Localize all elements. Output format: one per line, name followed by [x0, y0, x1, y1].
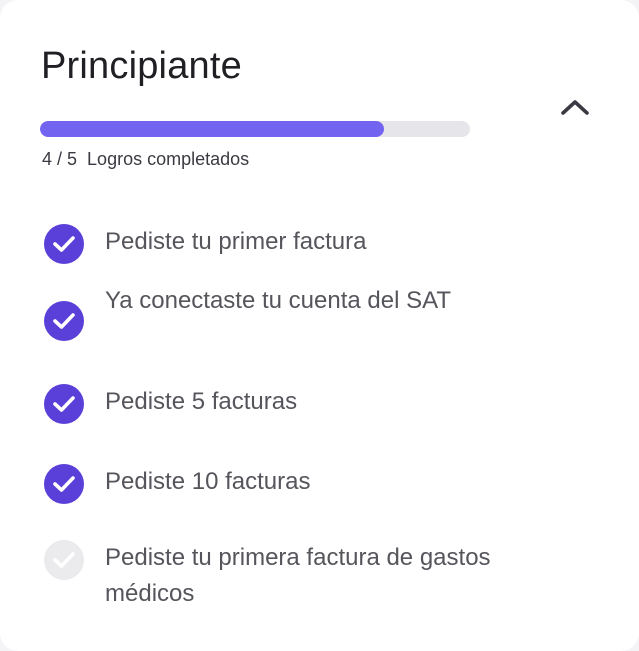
- achievement-item: Pediste 10 facturas: [44, 464, 575, 504]
- achievement-label: Pediste tu primera factura de gastos méd…: [105, 544, 491, 607]
- check-circle-icon: [44, 540, 84, 580]
- card-title: Principiante: [41, 45, 242, 87]
- achievement-label: Pediste 5 facturas: [105, 388, 298, 415]
- collapse-button[interactable]: [556, 90, 594, 124]
- achievements-card: Principiante 4 / 5 Logros completados Pe…: [0, 0, 639, 651]
- progress-label: 4 / 5 Logros completados: [42, 148, 249, 170]
- check-circle-icon: [44, 224, 84, 264]
- achievement-label: Pediste tu primer factura: [105, 228, 367, 255]
- achievement-item: Pediste 5 facturas: [44, 384, 575, 424]
- progress-caption: Logros completados: [87, 149, 250, 169]
- progress-fill: [40, 121, 384, 137]
- progress-bar: [40, 121, 470, 137]
- check-circle-icon: [44, 301, 84, 341]
- progress-count: 4 / 5: [42, 149, 78, 169]
- achievement-label: Pediste 10 facturas: [105, 468, 311, 495]
- achievement-item: Ya conectaste tu cuenta del SAT: [44, 287, 575, 341]
- chevron-up-icon: [561, 100, 589, 115]
- achievement-item: Pediste tu primera factura de gastos méd…: [44, 540, 575, 612]
- check-circle-icon: [44, 464, 84, 504]
- check-circle-icon: [44, 384, 84, 424]
- achievement-item: Pediste tu primer factura: [44, 224, 575, 264]
- achievement-label: Ya conectaste tu cuenta del SAT: [105, 287, 451, 314]
